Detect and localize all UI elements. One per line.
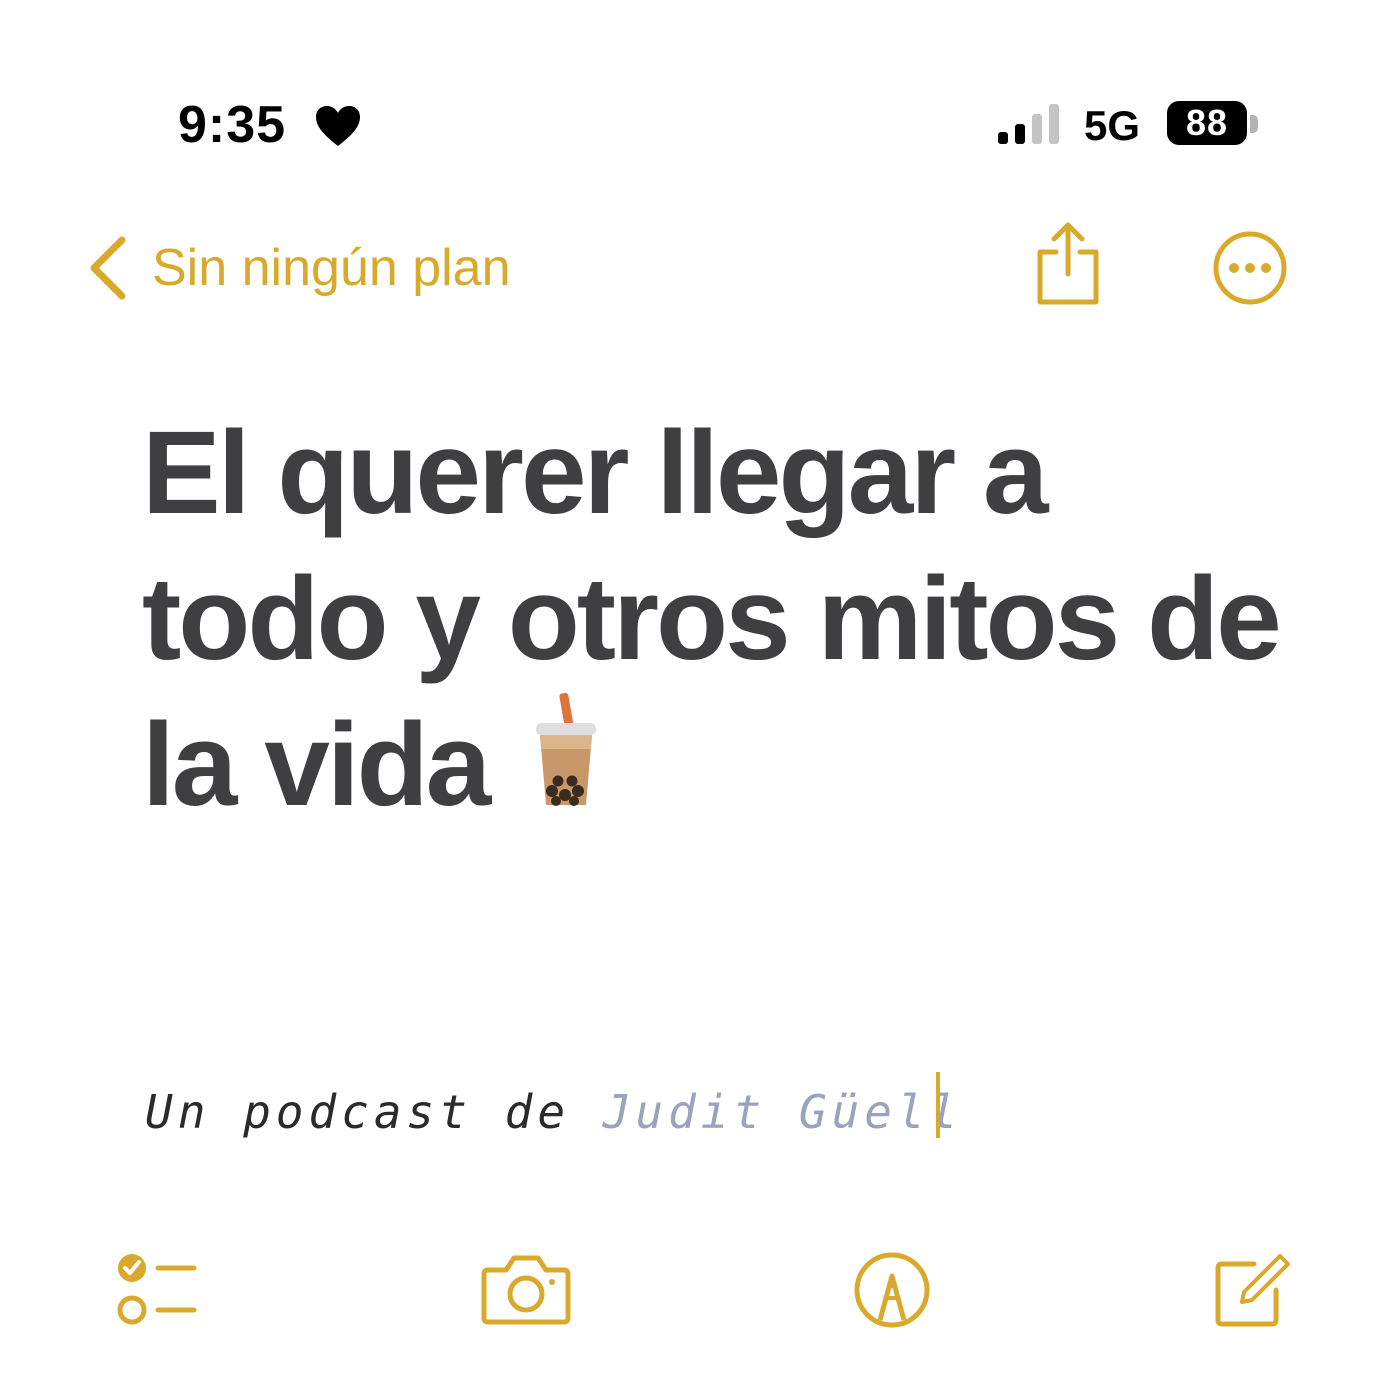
signal-icon	[998, 104, 1059, 144]
markup-icon[interactable]	[852, 1250, 932, 1330]
checklist-icon[interactable]	[112, 1250, 202, 1330]
chevron-left-icon	[90, 236, 126, 300]
network-label: 5G	[1084, 102, 1141, 149]
share-icon[interactable]	[1030, 220, 1106, 308]
title-line: El querer llegar a	[142, 407, 1049, 539]
status-time: 9:35	[178, 96, 287, 154]
heart-icon	[316, 106, 360, 146]
battery-icon: 88	[1167, 101, 1247, 145]
battery-cap	[1250, 115, 1258, 133]
compose-icon[interactable]	[1212, 1250, 1292, 1330]
title-line: la vida	[142, 699, 491, 831]
text-cursor	[936, 1072, 940, 1138]
note-subtitle[interactable]: Un podcast de Judit Güell	[145, 1080, 962, 1144]
subtitle-prefix: Un podcast de	[145, 1085, 571, 1139]
back-button[interactable]: Sin ningún plan	[86, 228, 511, 308]
camera-icon[interactable]	[480, 1250, 572, 1330]
bubble-tea-icon	[536, 693, 597, 806]
back-label: Sin ningún plan	[152, 239, 511, 297]
subtitle-author: Judit Güell	[602, 1085, 963, 1139]
more-icon[interactable]	[1212, 230, 1288, 306]
title-line: todo y otros mitos de	[142, 553, 1282, 685]
note-title[interactable]: El querer llegar a todo y otros mitos de…	[142, 400, 1342, 838]
